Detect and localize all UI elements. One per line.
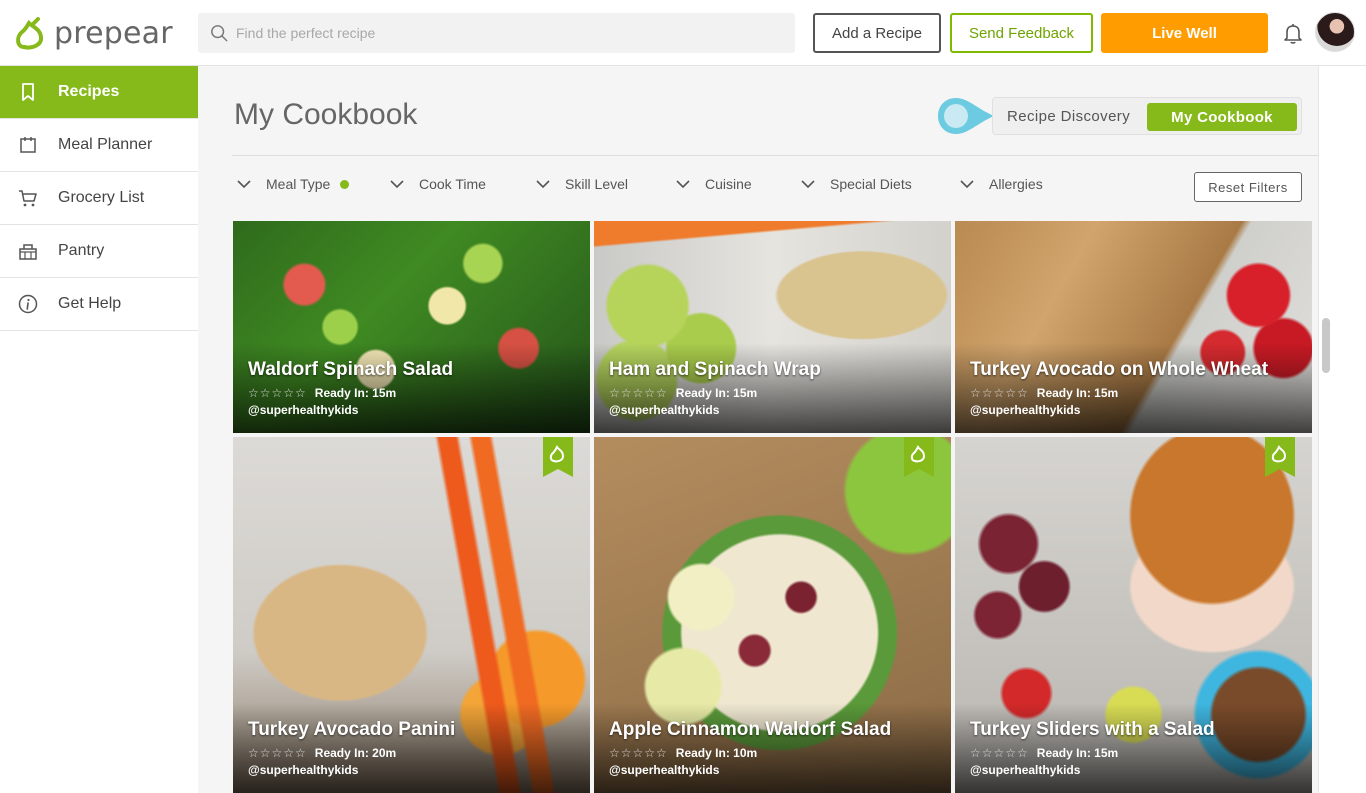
bookmark-icon [22, 83, 34, 101]
filter-meal-type[interactable]: Meal Type [236, 176, 350, 192]
recipe-meta: ☆☆☆☆☆ Ready In: 20m [248, 746, 396, 760]
sidebar-item-label: Meal Planner [58, 136, 153, 153]
ready-time: Ready In: 10m [675, 746, 758, 760]
prepear-badge-icon [904, 437, 934, 477]
page-title: My Cookbook [234, 98, 418, 131]
recipe-title: Turkey Avocado on Whole Wheat [970, 359, 1269, 380]
filter-label: Cuisine [705, 176, 752, 192]
recipe-meta: ☆☆☆☆☆ Ready In: 15m [248, 386, 396, 400]
view-toggle: Recipe Discovery My Cookbook [992, 97, 1302, 135]
reset-filters-button[interactable]: Reset Filters [1194, 172, 1302, 202]
filter-allergies[interactable]: Allergies [959, 176, 1043, 192]
top-header: prepear Add a Recipe Send Feedback Live … [0, 0, 1366, 66]
recipe-author[interactable]: @superhealthykids [248, 403, 358, 417]
calendar-icon [20, 137, 36, 153]
recipe-card[interactable]: Turkey Avocado Panini ☆☆☆☆☆ Ready In: 20m… [233, 437, 590, 793]
rating-stars-icon: ☆☆☆☆☆ [248, 386, 307, 400]
sidebar-item-pantry[interactable]: Pantry [0, 225, 198, 278]
recipe-title: Turkey Avocado Panini [248, 719, 456, 740]
recipe-meta: ☆☆☆☆☆ Ready In: 15m [609, 386, 757, 400]
filter-cuisine[interactable]: Cuisine [675, 176, 752, 192]
sidebar-item-label: Get Help [58, 295, 122, 312]
recipe-author[interactable]: @superhealthykids [609, 763, 719, 777]
info-icon [18, 294, 38, 314]
chevron-down-icon [390, 180, 404, 189]
user-avatar[interactable] [1315, 12, 1355, 52]
recipe-title: Waldorf Spinach Salad [248, 359, 454, 380]
send-feedback-button[interactable]: Send Feedback [950, 13, 1093, 53]
chevron-down-icon [237, 180, 251, 189]
pear-logo-icon [16, 16, 44, 49]
divider [232, 155, 1318, 156]
brand-name: prepear [54, 16, 173, 51]
recipe-card[interactable]: Turkey Sliders with a Salad ☆☆☆☆☆ Ready I… [955, 437, 1312, 793]
recipe-title: Apple Cinnamon Waldorf Salad [609, 719, 892, 740]
chevron-down-icon [536, 180, 550, 189]
scrollbar-thumb[interactable] [1322, 318, 1330, 373]
recipe-meta: ☆☆☆☆☆ Ready In: 15m [970, 386, 1118, 400]
recipe-author[interactable]: @superhealthykids [970, 403, 1080, 417]
rating-stars-icon: ☆☆☆☆☆ [970, 746, 1029, 760]
rating-stars-icon: ☆☆☆☆☆ [609, 386, 668, 400]
sidebar: Recipes Meal Planner Grocery List Pantry [0, 66, 198, 793]
filter-bar: Meal Type Cook Time Skill Level Cuisine … [236, 176, 1316, 198]
recipe-card[interactable]: Turkey Avocado on Whole Wheat ☆☆☆☆☆ Ready… [955, 221, 1312, 433]
recipe-card[interactable]: Apple Cinnamon Waldorf Salad ☆☆☆☆☆ Ready … [594, 437, 951, 793]
recipe-title: Turkey Sliders with a Salad [970, 719, 1215, 740]
sidebar-item-label: Pantry [58, 242, 105, 259]
rating-stars-icon: ☆☆☆☆☆ [248, 746, 307, 760]
filter-label: Skill Level [565, 176, 629, 192]
ready-time: Ready In: 15m [1036, 386, 1119, 400]
ready-time: Ready In: 20m [314, 746, 397, 760]
filter-skill-level[interactable]: Skill Level [535, 176, 628, 192]
sidebar-item-meal-planner[interactable]: Meal Planner [0, 119, 198, 172]
toggle-my-cookbook[interactable]: My Cookbook [1147, 103, 1297, 131]
filter-special-diets[interactable]: Special Diets [800, 176, 912, 192]
prepear-logo[interactable]: prepear [14, 16, 173, 51]
bell-icon[interactable] [1281, 21, 1305, 45]
filter-label: Allergies [989, 176, 1043, 192]
main-content: My Cookbook Recipe Discovery My Cookbook… [198, 66, 1318, 793]
active-filter-dot [340, 179, 350, 189]
add-recipe-button[interactable]: Add a Recipe [813, 13, 941, 53]
sidebar-item-label: Recipes [58, 83, 120, 100]
sidebar-item-label: Grocery List [58, 189, 145, 206]
chevron-down-icon [801, 180, 815, 189]
sidebar-item-recipes[interactable]: Recipes [0, 66, 198, 119]
sidebar-item-get-help[interactable]: Get Help [0, 278, 198, 331]
filter-cook-time[interactable]: Cook Time [389, 176, 486, 192]
ready-time: Ready In: 15m [675, 386, 758, 400]
live-well-button[interactable]: Live Well [1101, 13, 1268, 53]
prepear-badge-icon [1265, 437, 1295, 477]
rating-stars-icon: ☆☆☆☆☆ [609, 746, 668, 760]
rating-stars-icon: ☆☆☆☆☆ [970, 386, 1029, 400]
recipe-meta: ☆☆☆☆☆ Ready In: 15m [970, 746, 1118, 760]
sidebar-item-grocery-list[interactable]: Grocery List [0, 172, 198, 225]
chevron-down-icon [960, 180, 974, 189]
ready-time: Ready In: 15m [314, 386, 397, 400]
search-input[interactable] [236, 25, 756, 41]
prepear-badge-icon [543, 437, 573, 477]
recipe-meta: ☆☆☆☆☆ Ready In: 10m [609, 746, 757, 760]
recipe-title: Ham and Spinach Wrap [609, 359, 821, 380]
ready-time: Ready In: 15m [1036, 746, 1119, 760]
recipe-author[interactable]: @superhealthykids [970, 763, 1080, 777]
toggle-recipe-discovery[interactable]: Recipe Discovery [1007, 108, 1130, 125]
right-gutter [1318, 66, 1366, 793]
search-icon [211, 25, 228, 42]
cart-icon [19, 190, 37, 207]
filter-label: Meal Type [266, 176, 331, 192]
chevron-down-icon [676, 180, 690, 189]
filter-label: Cook Time [419, 176, 486, 192]
filter-label: Special Diets [830, 176, 912, 192]
recipe-author[interactable]: @superhealthykids [248, 763, 358, 777]
pointer-highlight-icon [938, 98, 994, 134]
recipe-card[interactable]: Ham and Spinach Wrap ☆☆☆☆☆ Ready In: 15m … [594, 221, 951, 433]
recipe-card[interactable]: Waldorf Spinach Salad ☆☆☆☆☆ Ready In: 15m… [233, 221, 590, 433]
basket-icon [19, 244, 37, 260]
recipe-author[interactable]: @superhealthykids [609, 403, 719, 417]
search-bar[interactable] [198, 13, 795, 53]
